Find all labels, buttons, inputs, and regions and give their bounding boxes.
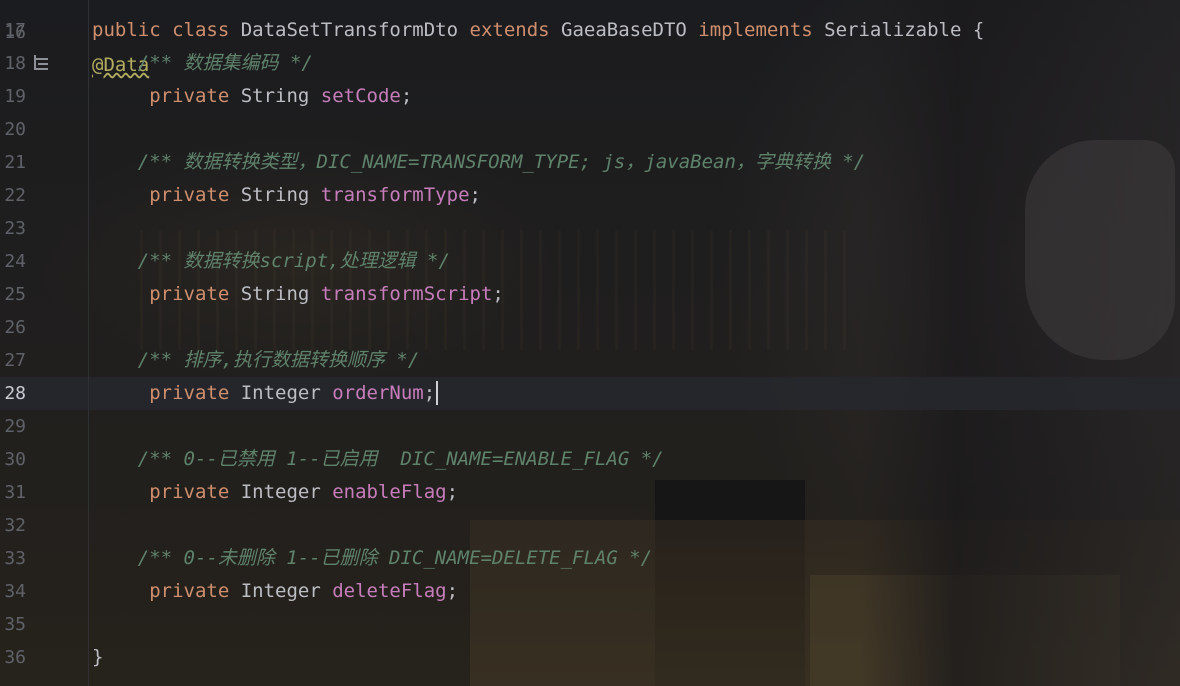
identifier-token: String xyxy=(240,184,321,206)
code-line-32[interactable]: 32 xyxy=(0,509,1180,542)
line-number: 25 xyxy=(4,284,26,305)
field-token: setCode xyxy=(320,85,401,107)
code-text: private Integer enableFlag; xyxy=(92,476,458,509)
code-line-31[interactable]: 31 private Integer enableFlag; xyxy=(0,476,1180,509)
code-text: /** 排序,执行数据转换顺序 */ xyxy=(92,344,420,377)
code-line-25[interactable]: 25 private String transformScript; xyxy=(0,278,1180,311)
comment-token: /** 0--已禁用 1--已启用 DIC_NAME=ENABLE_FLAG *… xyxy=(137,448,664,470)
identifier-token: ; xyxy=(423,382,436,404)
identifier-token: ; xyxy=(446,481,459,503)
code-text: /** 数据集编码 */ xyxy=(92,47,313,80)
rendered-doc-icon[interactable] xyxy=(34,55,52,71)
line-number: 31 xyxy=(4,482,26,503)
comment-token: /** 0--未删除 1--已删除 DIC_NAME=DELETE_FLAG *… xyxy=(137,547,653,569)
line-number: 21 xyxy=(4,152,26,173)
identifier-token: ; xyxy=(400,85,413,107)
keyword-token: class xyxy=(172,19,241,41)
line-number: 19 xyxy=(4,86,26,107)
identifier-token: DataSetTransformDto xyxy=(240,19,470,41)
line-number: 24 xyxy=(4,251,26,272)
code-line-23[interactable]: 23 xyxy=(0,212,1180,245)
field-token: enableFlag xyxy=(332,481,447,503)
identifier-token: } xyxy=(92,646,104,668)
keyword-token: private xyxy=(149,382,241,404)
code-text: private Integer deleteFlag; xyxy=(92,575,458,608)
identifier-token: GaeaBaseDTO xyxy=(561,19,699,41)
code-line-22[interactable]: 22 private String transformType; xyxy=(0,179,1180,212)
line-number: 18 xyxy=(4,53,26,74)
comment-token: /** 数据转换类型，DIC_NAME=TRANSFORM_TYPE; js，j… xyxy=(137,151,866,173)
code-text: /** 数据转换script,处理逻辑 */ xyxy=(92,245,450,278)
code-line-33[interactable]: 33 /** 0--未删除 1--已删除 DIC_NAME=DELETE_FLA… xyxy=(0,542,1180,575)
code-line-24[interactable]: 24 /** 数据转换script,处理逻辑 */ xyxy=(0,245,1180,278)
identifier-token: ; xyxy=(469,184,481,206)
keyword-token: private xyxy=(149,580,241,602)
field-token: orderNum xyxy=(332,382,424,404)
code-line-21[interactable]: 21 /** 数据转换类型，DIC_NAME=TRANSFORM_TYPE; j… xyxy=(0,146,1180,179)
line-number: 27 xyxy=(4,350,26,371)
line-number: 20 xyxy=(4,119,26,140)
identifier-token: String xyxy=(240,283,321,305)
keyword-token: private xyxy=(149,184,241,206)
text-caret xyxy=(436,380,439,405)
field-token: transformScript xyxy=(320,283,493,305)
line-number: 33 xyxy=(4,548,26,569)
identifier-token: ; xyxy=(492,283,504,305)
identifier-token: Integer xyxy=(240,382,333,404)
code-line-36[interactable]: 36} xyxy=(0,641,1180,674)
code-line-26[interactable]: 26 xyxy=(0,311,1180,344)
code-line-30[interactable]: 30 /** 0--已禁用 1--已启用 DIC_NAME=ENABLE_FLA… xyxy=(0,443,1180,476)
code-text: /** 0--未删除 1--已删除 DIC_NAME=DELETE_FLAG *… xyxy=(92,542,652,575)
keyword-token: implements xyxy=(698,19,825,41)
identifier-token: Serializable { xyxy=(824,19,985,41)
field-token: transformType xyxy=(320,184,470,206)
identifier-token: ; xyxy=(446,580,459,602)
line-number: 17 xyxy=(4,20,26,41)
code-line-29[interactable]: 29 xyxy=(0,410,1180,443)
code-text: /** 数据转换类型，DIC_NAME=TRANSFORM_TYPE; js，j… xyxy=(92,146,865,179)
line-number: 32 xyxy=(4,515,26,536)
code-line-20[interactable]: 20 xyxy=(0,113,1180,146)
keyword-token: extends xyxy=(469,19,562,41)
keyword-token: public xyxy=(92,19,173,41)
code-text: private String setCode; xyxy=(92,80,412,113)
comment-token: /** 排序,执行数据转换顺序 */ xyxy=(137,349,420,371)
identifier-token: Integer xyxy=(240,481,333,503)
line-number: 23 xyxy=(4,218,26,239)
identifier-token: String xyxy=(240,85,321,107)
code-line-34[interactable]: 34 private Integer deleteFlag; xyxy=(0,575,1180,608)
line-number: 36 xyxy=(4,647,26,668)
code-line-19[interactable]: 19 private String setCode; xyxy=(0,80,1180,113)
comment-token: /** 数据集编码 */ xyxy=(137,52,313,74)
code-text: } xyxy=(92,641,103,674)
line-number: 34 xyxy=(4,581,26,602)
line-number: 26 xyxy=(4,317,26,338)
code-line-18[interactable]: 18 /** 数据集编码 */ xyxy=(0,47,1180,80)
identifier-token: Integer xyxy=(240,580,333,602)
code-editor[interactable]: 16 @Data 17 public class DataSetTransform… xyxy=(0,0,1180,686)
code-text: private String transformType; xyxy=(92,179,481,212)
code-line-28[interactable]: 28 private Integer orderNum; xyxy=(0,377,1180,410)
comment-token: /** 数据转换script,处理逻辑 */ xyxy=(137,250,450,272)
line-number: 35 xyxy=(4,614,26,635)
line-number: 28 xyxy=(4,383,26,404)
code-text: public class DataSetTransformDto extends… xyxy=(92,14,984,47)
keyword-token: private xyxy=(149,85,241,107)
code-text: private String transformScript; xyxy=(92,278,504,311)
line-number: 29 xyxy=(4,416,26,437)
code-text: /** 0--已禁用 1--已启用 DIC_NAME=ENABLE_FLAG *… xyxy=(92,443,664,476)
code-line-35[interactable]: 35 xyxy=(0,608,1180,641)
keyword-token: private xyxy=(149,481,241,503)
code-line-17[interactable]: 17 public class DataSetTransformDto exten… xyxy=(0,14,1180,47)
keyword-token: private xyxy=(149,283,241,305)
code-text: private Integer orderNum; xyxy=(92,377,439,410)
line-number: 30 xyxy=(4,449,26,470)
code-line-27[interactable]: 27 /** 排序,执行数据转换顺序 */ xyxy=(0,344,1180,377)
field-token: deleteFlag xyxy=(332,580,447,602)
line-number: 22 xyxy=(4,185,26,206)
